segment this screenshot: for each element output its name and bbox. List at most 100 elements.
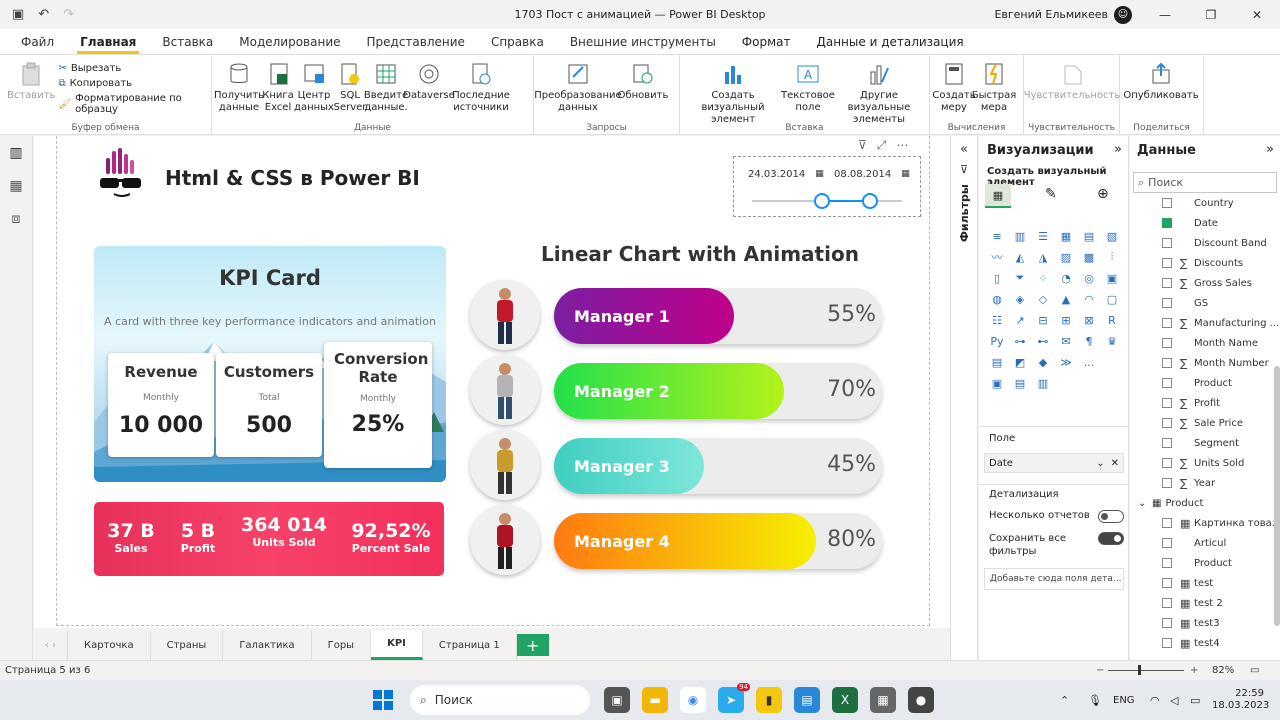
new-measure-button[interactable]: Создать меру [932, 61, 976, 114]
calendar-icon[interactable]: ▦ [901, 169, 910, 179]
chevron-right-icon[interactable]: » [1266, 142, 1274, 157]
task-view-icon[interactable]: ▣ [604, 687, 630, 713]
tab-home[interactable]: Главная [67, 35, 149, 54]
dataverse-button[interactable]: Dataverse [403, 61, 455, 102]
field-item[interactable]: ∑ Year [1130, 473, 1280, 493]
shape-map-icon[interactable]: ◇ [1033, 291, 1053, 307]
field-checkbox[interactable] [1162, 458, 1172, 468]
date-slicer[interactable]: 24.03.2014 ▦ 08.08.2014 ▦ [733, 156, 921, 217]
ribbon-chart-icon[interactable]: ⫶ [1102, 249, 1122, 265]
matrix-icon[interactable]: ⊠ [1079, 312, 1099, 328]
tray-chevron-icon[interactable]: ⌃ [1060, 694, 1069, 707]
tab-external-tools[interactable]: Внешние инструменты [557, 35, 729, 54]
gauge-icon[interactable]: ◠ [1079, 291, 1099, 307]
zoom-handle[interactable] [1138, 665, 1141, 675]
fit-page-icon[interactable]: ▭ [1250, 665, 1259, 676]
azure-map-icon[interactable]: ▲ [1056, 291, 1076, 307]
line-clustered-icon[interactable]: ▩ [1079, 249, 1099, 265]
data-search-input[interactable]: ⌕ Поиск [1133, 172, 1277, 193]
field-item[interactable]: Country [1130, 193, 1280, 213]
scatter-icon[interactable]: ⁘ [1033, 270, 1053, 286]
undo-icon[interactable]: ↶ [38, 7, 49, 22]
page-tab[interactable]: Галактика [223, 630, 312, 660]
line-chart-icon[interactable]: 〰 [987, 249, 1007, 265]
page-tab[interactable]: Карточка [68, 630, 151, 660]
field-item[interactable]: ▦ test 2 [1130, 593, 1280, 613]
key-influencers-icon[interactable]: ⊶ [1010, 333, 1030, 349]
kpi-strip[interactable]: 37 B Sales 5 B Profit 364 014 Units Sold 92… [94, 502, 444, 576]
waterfall-icon[interactable]: ▯ [987, 270, 1007, 286]
area-chart-icon[interactable]: ◭ [1010, 249, 1030, 265]
clustered-bar-icon[interactable]: ☰ [1033, 228, 1053, 244]
funnel-icon[interactable]: ⏷ [1010, 270, 1030, 286]
date-from-input[interactable]: 24.03.2014 ▦ [740, 163, 824, 185]
page-tab[interactable]: Страны [150, 630, 224, 660]
model-view-icon[interactable]: ⧈ [0, 202, 32, 235]
close-button[interactable]: ✕ [1234, 0, 1280, 29]
focus-mode-icon[interactable]: ⤢ [877, 138, 887, 153]
field-item[interactable]: ∑ Discounts [1130, 253, 1280, 273]
field-checkbox[interactable] [1162, 598, 1172, 608]
maximize-button[interactable]: ❐ [1188, 0, 1234, 29]
field-checkbox[interactable] [1162, 298, 1172, 308]
filters-collapsed-pane[interactable]: « ⊽ Фильтры [950, 136, 978, 660]
format-painter-button[interactable]: 🖌 Форматирование по образцу [58, 93, 207, 115]
tab-insert[interactable]: Вставка [149, 35, 226, 54]
field-item[interactable]: Discount Band [1130, 233, 1280, 253]
more-options-icon[interactable]: ⋯ [896, 138, 908, 153]
field-item[interactable]: Segment [1130, 433, 1280, 453]
card-icon[interactable]: ▢ [1102, 291, 1122, 307]
field-checkbox[interactable] [1162, 258, 1172, 268]
custom-visual-1-icon[interactable]: ▣ [987, 375, 1007, 391]
custom-visual-3-icon[interactable]: ▥ [1033, 375, 1053, 391]
paste-button[interactable]: Вставить [4, 61, 58, 102]
python-visual-icon[interactable]: Py [987, 333, 1007, 349]
goals-icon[interactable]: ♛ [1102, 333, 1122, 349]
excel-taskbar-icon[interactable]: X [832, 687, 858, 713]
publish-button[interactable]: Опубликовать [1123, 61, 1199, 102]
microphone-icon[interactable]: 🎙 [1088, 694, 1102, 707]
minimize-button[interactable]: — [1142, 0, 1188, 29]
tab-format[interactable]: Формат [728, 35, 804, 54]
power-automate-icon[interactable]: ◆ [1033, 354, 1053, 370]
field-checkbox[interactable] [1162, 278, 1172, 288]
keep-filters-toggle[interactable] [1098, 532, 1124, 545]
more-visuals-button[interactable]: Другие визуальные элементы [834, 61, 924, 126]
slider-start-handle[interactable] [814, 193, 830, 209]
field-checkbox[interactable] [1162, 198, 1172, 208]
page-tab[interactable]: Страница 1 [422, 630, 517, 660]
report-view-icon[interactable]: ▥ [0, 136, 32, 169]
quick-measure-button[interactable]: Быстрая мера [972, 61, 1016, 114]
field-item[interactable]: Articul [1130, 533, 1280, 553]
field-item[interactable]: ∑ Profit [1130, 393, 1280, 413]
field-item[interactable]: ▦ test [1130, 573, 1280, 593]
map-icon[interactable]: ◍ [987, 291, 1007, 307]
field-checkbox[interactable] [1162, 618, 1172, 628]
slider-end-handle[interactable] [862, 193, 878, 209]
chevron-down-icon[interactable]: ⌄ [1096, 458, 1104, 469]
field-checkbox[interactable] [1162, 318, 1172, 328]
field-checkbox[interactable] [1162, 538, 1172, 548]
drillthrough-drop-zone[interactable]: Добавьте сюда поля дета... [984, 568, 1124, 590]
decomposition-tree-icon[interactable]: ⊷ [1033, 333, 1053, 349]
donut-icon[interactable]: ◎ [1079, 270, 1099, 286]
field-checkbox[interactable] [1162, 478, 1172, 488]
html-content-icon[interactable]: ≫ [1056, 354, 1076, 370]
field-item[interactable]: ∑ Sale Price [1130, 413, 1280, 433]
chevron-left-icon[interactable]: « [951, 142, 977, 157]
custom-visual-2-icon[interactable]: ▤ [1010, 375, 1030, 391]
filter-icon[interactable]: ⊽ [858, 138, 867, 153]
page-tab[interactable]: Горы [311, 630, 372, 660]
pie-icon[interactable]: ◔ [1056, 270, 1076, 286]
recent-sources-button[interactable]: Последние источники [452, 61, 510, 114]
field-checkbox[interactable] [1162, 418, 1172, 428]
field-checkbox[interactable] [1162, 438, 1172, 448]
enter-data-button[interactable]: Введите данные. [364, 61, 408, 114]
calendar-icon[interactable]: ▦ [815, 169, 824, 179]
language-indicator[interactable]: ENG [1113, 695, 1135, 706]
r-visual-icon[interactable]: R [1102, 312, 1122, 328]
field-item[interactable]: Month Name [1130, 333, 1280, 353]
windows-start-icon[interactable] [370, 687, 396, 713]
text-box-button[interactable]: A Текстовое поле [781, 61, 835, 114]
field-checkbox[interactable] [1162, 558, 1172, 568]
